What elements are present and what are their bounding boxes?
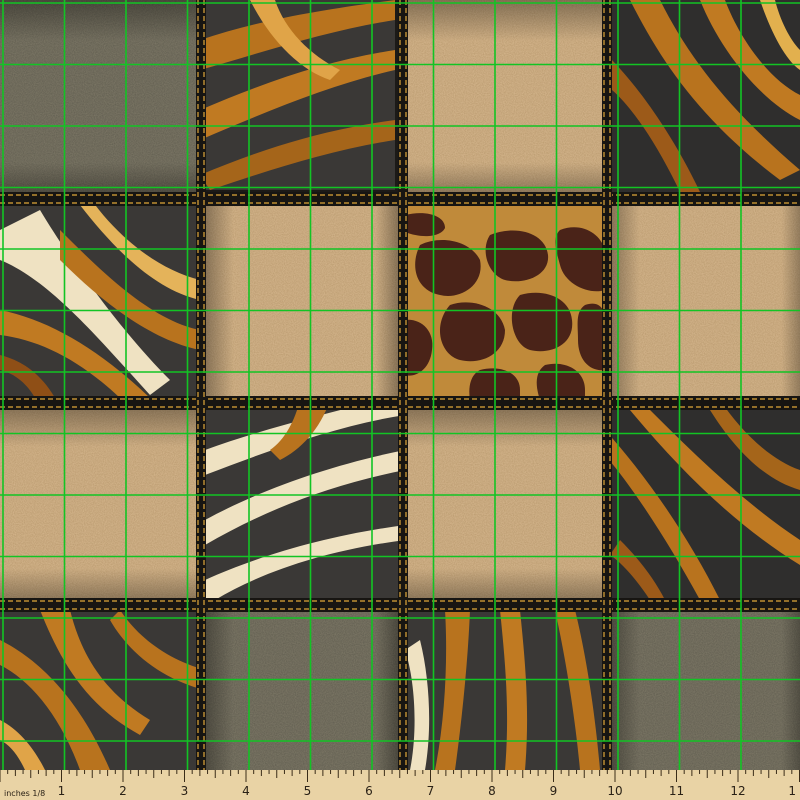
vertical-band: [602, 0, 612, 770]
tiger-tile-top-right: [612, 0, 800, 192]
burlap-tile: [406, 406, 609, 609]
ruler-tick-label: 1: [58, 784, 66, 798]
fabric-swatch-preview: inches 1/8 1 2 3 4 5 6 7 8 9 10 11 12 1: [0, 0, 800, 800]
burlap-tile: [609, 609, 800, 770]
burlap-tile: [609, 203, 800, 406]
ruler-tick-label: 6: [365, 784, 373, 798]
zebra-tile-top: [200, 0, 395, 190]
burlap-tile: [0, 406, 203, 609]
vertical-band: [196, 0, 206, 770]
ruler-tick-label: 7: [427, 784, 435, 798]
burlap-tile: [406, 0, 609, 203]
ruler-tick-label: 1: [788, 784, 796, 798]
tiger-tile-bottom-left: [0, 610, 205, 770]
tiger-tile-right: [605, 400, 800, 600]
ruler-tick-label: 10: [607, 784, 622, 798]
ruler-unit-label: inches 1/8: [4, 789, 45, 798]
ruler-tick-label: 9: [550, 784, 558, 798]
inch-ruler: inches 1/8 1 2 3 4 5 6 7 8 9 10 11 12 1: [0, 770, 800, 800]
tiger-tile-bottom-center: [405, 610, 610, 770]
vertical-band: [398, 0, 408, 770]
ruler-tick-label: 4: [242, 784, 250, 798]
ruler-tick-label: 8: [488, 784, 496, 798]
ruler-tick-label: 12: [730, 784, 745, 798]
burlap-tile: [203, 609, 406, 770]
giraffe-tile: [405, 205, 605, 400]
burlap-tile: [0, 0, 203, 203]
ruler-tick-label: 3: [181, 784, 189, 798]
burlap-tile: [203, 203, 406, 406]
ruler-tick-label: 5: [304, 784, 312, 798]
ruler-tick-label: 2: [119, 784, 127, 798]
ruler-tick-label: 11: [669, 784, 684, 798]
fabric-swatch: inches 1/8 1 2 3 4 5 6 7 8 9 10 11 12 1: [0, 0, 800, 800]
zebra-tile-center: [205, 400, 405, 600]
zebra-tile-left: [0, 198, 200, 398]
